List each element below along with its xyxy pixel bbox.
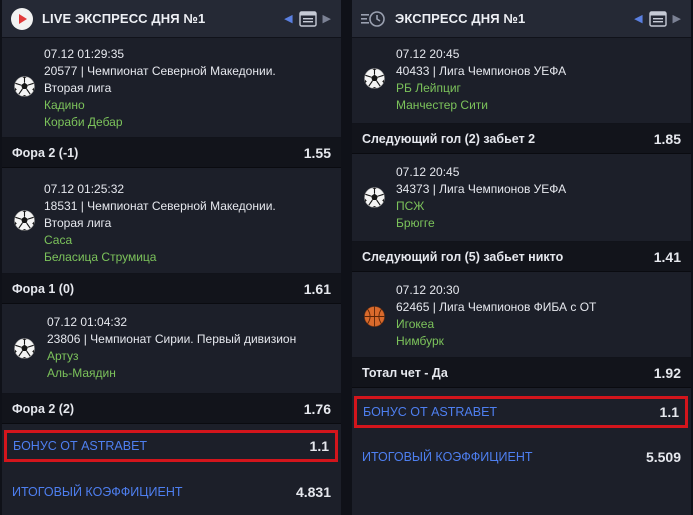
event-datetime: 07.12 01:25:32 [44, 182, 125, 196]
prematch-clock-icon [361, 10, 385, 27]
team-home[interactable]: Саса [44, 232, 276, 249]
event-league: 40433 | Лига Чемпионов УЕФА [396, 64, 567, 78]
total-label: ИТОГОВЫЙ КОЭФФИЦИЕНТ [362, 450, 533, 464]
bonus-value: 1.1 [659, 404, 679, 420]
soccer-ball-icon [364, 68, 385, 89]
event-card[interactable]: 07.12 01:29:35 20577 | Чемпионат Северно… [2, 38, 341, 138]
bet-label: Следующий гол (5) забьет никто [362, 249, 564, 264]
event-card[interactable]: 07.12 20:30 62465 | Лига Чемпионов ФИБА … [352, 272, 691, 358]
event-league: 62465 | Лига Чемпионов ФИБА с ОТ [396, 300, 597, 314]
event-datetime: 07.12 20:45 [396, 47, 460, 61]
team-home[interactable]: ПСЖ [396, 198, 566, 215]
live-play-icon [11, 7, 33, 30]
team-home[interactable]: Игокеа [396, 316, 596, 333]
event-card[interactable]: 07.12 01:25:32 18531 | Чемпионат Северно… [2, 168, 341, 274]
bet-odds: 1.61 [303, 280, 331, 297]
bet-label: Фора 1 (0) [12, 281, 75, 296]
bonus-label: БОНУС ОТ ASTRABET [363, 405, 498, 419]
event-league: 34373 | Лига Чемпионов УЕФА [396, 182, 567, 196]
bet-odds: 1.76 [303, 400, 331, 417]
bet-row[interactable]: Следующий гол (5) забьет никто 1.41 [352, 242, 691, 272]
soccer-ball-icon [14, 338, 35, 359]
event-card[interactable]: 07.12 01:04:32 23806 | Чемпионат Сирии. … [2, 304, 341, 394]
event-card[interactable]: 07.12 20:45 40433 | Лига Чемпионов УЕФА … [352, 38, 691, 124]
chevron-right-icon[interactable]: ▶ [323, 12, 331, 25]
team-away[interactable]: Беласица Струмица [44, 249, 276, 266]
bet-row[interactable]: Следующий гол (2) забьет 2 1.85 [352, 124, 691, 154]
event-league-cont: Вторая лига [44, 81, 112, 95]
event-datetime: 07.12 01:29:35 [44, 47, 125, 61]
panel-header: ЭКСПРЕСС ДНЯ №1 ◀ ▶ [352, 0, 691, 38]
basketball-icon [364, 306, 385, 327]
panel-header: LIVE ЭКСПРЕСС ДНЯ №1 ◀ ▶ [2, 0, 341, 38]
calendar-icon[interactable] [298, 10, 317, 27]
bet-label: Фора 2 (2) [12, 401, 75, 416]
panel-title: ЭКСПРЕСС ДНЯ №1 [395, 11, 526, 26]
bet-row[interactable]: Фора 2 (-1) 1.55 [2, 138, 341, 168]
team-away[interactable]: Манчестер Сити [396, 97, 566, 114]
total-value: 4.831 [295, 484, 331, 500]
bet-row[interactable]: Фора 1 (0) 1.61 [2, 274, 341, 304]
event-card[interactable]: 07.12 20:45 34373 | Лига Чемпионов УЕФА … [352, 154, 691, 242]
chevron-left-icon[interactable]: ◀ [634, 12, 642, 25]
event-league: 18531 | Чемпионат Северной Македонии. [44, 199, 276, 213]
event-datetime: 07.12 20:45 [396, 165, 460, 179]
bet-label: Следующий гол (2) забьет 2 [362, 131, 536, 146]
event-league: 23806 | Чемпионат Сирии. Первый дивизион [47, 332, 297, 346]
total-row: ИТОГОВЫЙ КОЭФФИЦИЕНТ 4.831 [2, 476, 341, 508]
team-away[interactable]: Нимбурк [396, 333, 596, 350]
live-express-panel: LIVE ЭКСПРЕСС ДНЯ №1 ◀ ▶ 07.12 01:29:35 … [2, 0, 341, 515]
panel-title: LIVE ЭКСПРЕСС ДНЯ №1 [42, 11, 206, 26]
bonus-value: 1.1 [309, 438, 329, 454]
event-league-cont: Вторая лига [44, 216, 112, 230]
team-away[interactable]: Брюгге [396, 215, 566, 232]
total-label: ИТОГОВЫЙ КОЭФФИЦИЕНТ [12, 485, 183, 499]
bonus-row: БОНУС ОТ ASTRABET 1.1 [4, 430, 338, 462]
total-row: ИТОГОВЫЙ КОЭФФИЦИЕНТ 5.509 [352, 441, 691, 473]
express-panel: ЭКСПРЕСС ДНЯ №1 ◀ ▶ 07.12 20:45 40433 | … [352, 0, 691, 515]
team-home[interactable]: Артуз [47, 348, 296, 365]
team-home[interactable]: РБ Лейпциг [396, 80, 566, 97]
bonus-label: БОНУС ОТ ASTRABET [13, 439, 148, 453]
soccer-ball-icon [14, 210, 35, 231]
calendar-icon[interactable] [648, 10, 667, 27]
chevron-right-icon[interactable]: ▶ [673, 12, 681, 25]
event-datetime: 07.12 20:30 [396, 283, 460, 297]
soccer-ball-icon [364, 187, 385, 208]
event-datetime: 07.12 01:04:32 [47, 315, 128, 329]
bet-odds: 1.55 [303, 144, 331, 161]
bet-row[interactable]: Фора 2 (2) 1.76 [2, 394, 341, 424]
total-value: 5.509 [645, 449, 681, 465]
bet-label: Тотал чет - Да [362, 365, 448, 380]
bet-label: Фора 2 (-1) [12, 145, 79, 160]
bonus-row: БОНУС ОТ ASTRABET 1.1 [354, 396, 688, 428]
bet-odds: 1.41 [653, 248, 681, 265]
team-home[interactable]: Кадино [44, 97, 276, 114]
team-away[interactable]: Кораби Дебар [44, 114, 276, 131]
chevron-left-icon[interactable]: ◀ [284, 12, 292, 25]
soccer-ball-icon [14, 76, 35, 97]
bet-odds: 1.85 [653, 130, 681, 147]
bet-odds: 1.92 [653, 364, 681, 381]
team-away[interactable]: Аль-Маядин [47, 365, 296, 382]
bet-row[interactable]: Тотал чет - Да 1.92 [352, 358, 691, 388]
event-league: 20577 | Чемпионат Северной Македонии. [44, 64, 276, 78]
